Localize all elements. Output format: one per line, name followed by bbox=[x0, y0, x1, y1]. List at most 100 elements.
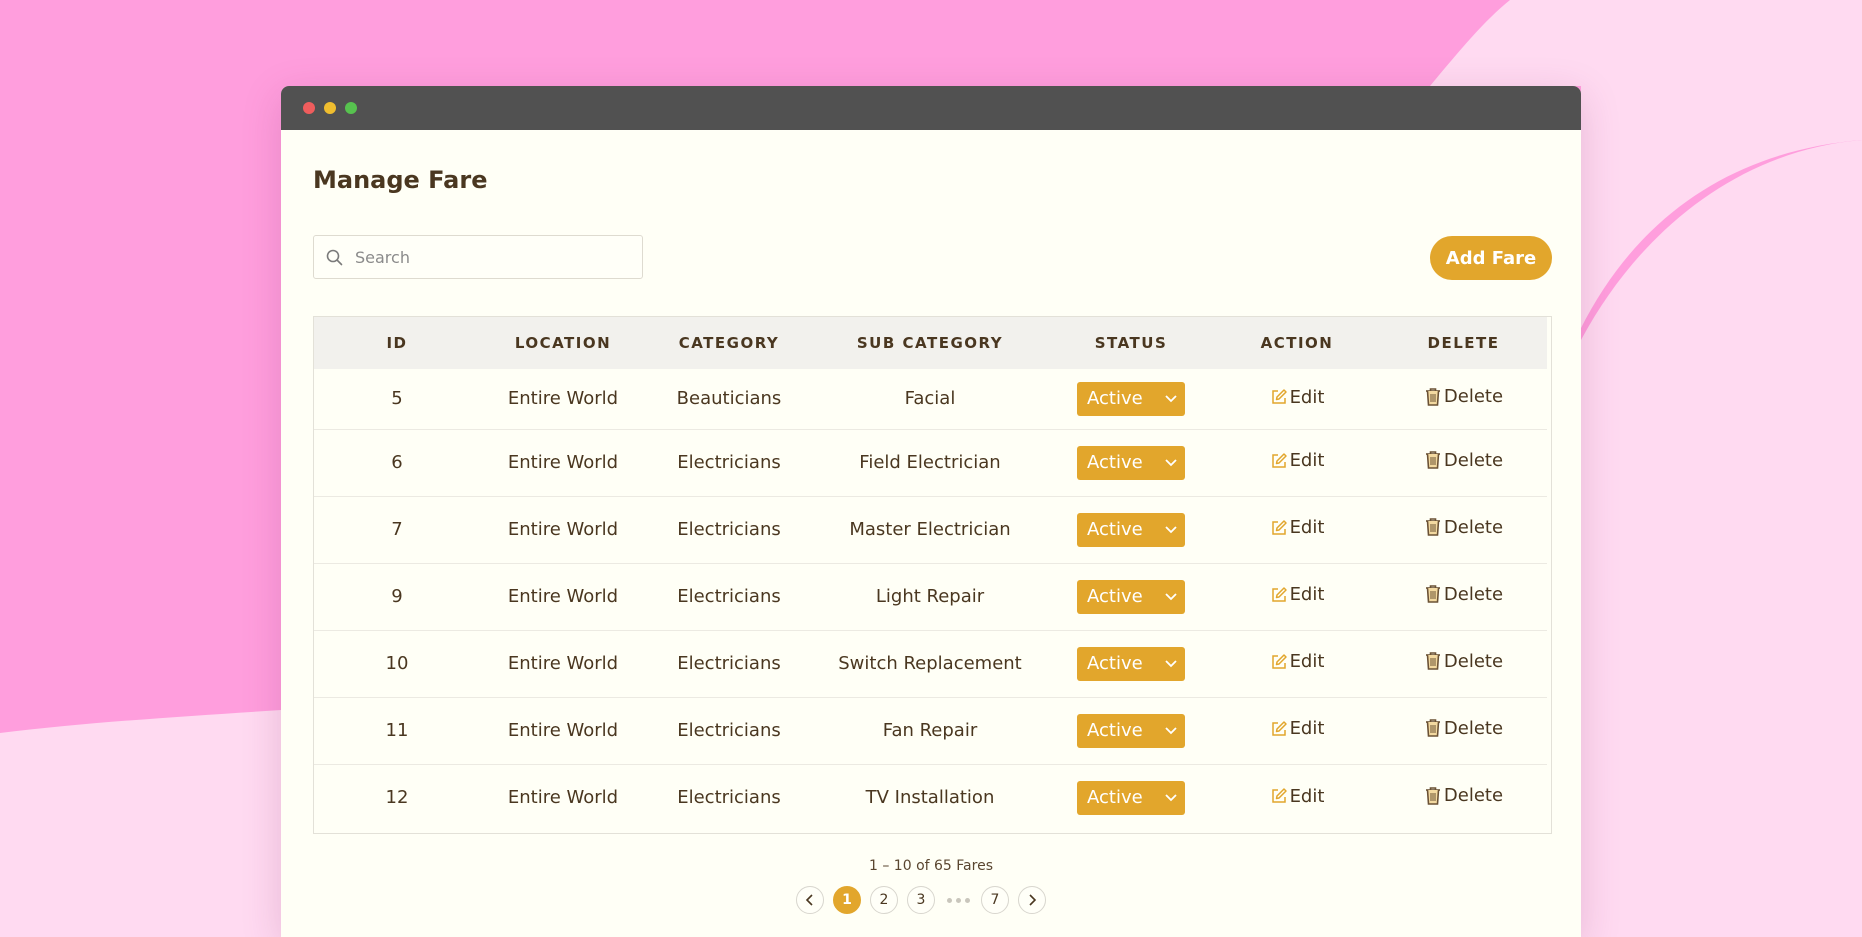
edit-icon bbox=[1271, 587, 1287, 602]
cell-delete: Delete bbox=[1380, 369, 1547, 429]
next-page-button[interactable] bbox=[1018, 886, 1046, 914]
edit-label: Edit bbox=[1289, 517, 1325, 539]
delete-button[interactable]: Delete bbox=[1424, 785, 1503, 806]
status-value: Active bbox=[1087, 586, 1143, 607]
edit-label: Edit bbox=[1289, 584, 1325, 606]
delete-button[interactable]: Delete bbox=[1424, 651, 1503, 672]
edit-label: Edit bbox=[1289, 718, 1325, 740]
cell-id: 9 bbox=[391, 586, 403, 607]
edit-button[interactable]: Edit bbox=[1270, 450, 1324, 471]
chevron-left-icon bbox=[805, 894, 813, 906]
edit-label: Edit bbox=[1289, 785, 1325, 807]
trash-icon bbox=[1425, 786, 1440, 805]
pagination: 1 2 3 7 bbox=[796, 886, 1046, 914]
cell-id: 11 bbox=[385, 720, 409, 741]
window-titlebar bbox=[281, 86, 1581, 130]
edit-button[interactable]: Edit bbox=[1270, 718, 1325, 740]
previous-page-button[interactable] bbox=[796, 886, 824, 914]
close-window-dot[interactable] bbox=[303, 102, 315, 114]
trash-icon bbox=[1425, 585, 1440, 604]
status-value: Active bbox=[1087, 653, 1143, 674]
trash-icon bbox=[1425, 652, 1440, 671]
trash-icon bbox=[1425, 451, 1440, 470]
cell-category: Electricians bbox=[677, 452, 781, 473]
status-dropdown[interactable]: Active bbox=[1077, 646, 1185, 681]
search-icon bbox=[326, 249, 343, 265]
delete-label: Delete bbox=[1443, 449, 1504, 471]
column-header-location[interactable]: LOCATION bbox=[480, 317, 646, 369]
status-dropdown[interactable]: Active bbox=[1077, 713, 1185, 748]
delete-button[interactable]: Delete bbox=[1424, 584, 1503, 605]
page-button-2[interactable]: 2 bbox=[870, 886, 898, 914]
cell-delete: Delete bbox=[1380, 563, 1547, 630]
delete-button[interactable]: Delete bbox=[1424, 718, 1503, 739]
trash-icon bbox=[1425, 518, 1440, 537]
status-dropdown[interactable]: Active bbox=[1077, 780, 1185, 815]
chevron-down-icon bbox=[1165, 458, 1177, 467]
fare-table-container: ID LOCATION CATEGORY SUB CATEGORY STATUS… bbox=[313, 316, 1552, 834]
chevron-down-icon bbox=[1165, 525, 1177, 534]
column-header-id[interactable]: ID bbox=[314, 317, 480, 369]
page-title: Manage Fare bbox=[313, 166, 488, 194]
page-button-7[interactable]: 7 bbox=[981, 886, 1009, 914]
edit-button[interactable]: Edit bbox=[1270, 584, 1325, 606]
column-header-sub-category[interactable]: SUB CATEGORY bbox=[812, 317, 1048, 369]
cell-status: Active bbox=[1048, 630, 1214, 697]
pagination-ellipsis bbox=[944, 897, 972, 903]
cell-location: Entire World bbox=[507, 452, 619, 473]
cell-id: 10 bbox=[385, 653, 409, 674]
status-dropdown[interactable]: Active bbox=[1077, 512, 1185, 547]
cell-sub-category: Switch Replacement bbox=[838, 653, 1022, 674]
delete-label: Delete bbox=[1443, 650, 1504, 672]
status-value: Active bbox=[1087, 787, 1143, 809]
table-header-row: ID LOCATION CATEGORY SUB CATEGORY STATUS… bbox=[314, 317, 1547, 369]
edit-button[interactable]: Edit bbox=[1270, 517, 1325, 539]
search-box[interactable] bbox=[313, 235, 643, 279]
cell-delete: Delete bbox=[1380, 630, 1547, 697]
edit-button[interactable]: Edit bbox=[1270, 651, 1324, 672]
column-header-delete: DELETE bbox=[1427, 334, 1500, 352]
cell-id: 12 bbox=[385, 787, 409, 809]
edit-icon bbox=[1271, 453, 1287, 468]
cell-sub-category: TV Installation bbox=[865, 787, 995, 809]
page-button-3[interactable]: 3 bbox=[907, 886, 935, 914]
search-input[interactable] bbox=[353, 246, 617, 268]
cell-sub-category: Field Electrician bbox=[859, 452, 1001, 473]
chevron-down-icon bbox=[1165, 794, 1177, 802]
edit-icon bbox=[1271, 520, 1287, 535]
pagination-info: 1 – 10 of 65 Fares bbox=[869, 858, 993, 874]
status-value: Active bbox=[1087, 519, 1143, 540]
cell-sub-category: Facial bbox=[904, 388, 956, 410]
delete-label: Delete bbox=[1443, 583, 1504, 605]
column-header-status[interactable]: STATUS bbox=[1048, 317, 1214, 369]
cell-category: Electricians bbox=[677, 519, 781, 540]
delete-button[interactable]: Delete bbox=[1424, 517, 1503, 538]
status-dropdown[interactable]: Active bbox=[1077, 381, 1185, 416]
cell-category: Electricians bbox=[677, 720, 781, 741]
cell-sub-category: Light Repair bbox=[875, 586, 985, 607]
cell-location: Entire World bbox=[507, 519, 619, 540]
delete-button[interactable]: Delete bbox=[1424, 450, 1503, 471]
edit-button[interactable]: Edit bbox=[1270, 785, 1325, 807]
column-header-category[interactable]: CATEGORY bbox=[646, 317, 812, 369]
minimize-window-dot[interactable] bbox=[324, 102, 336, 114]
cell-delete: Delete bbox=[1380, 764, 1547, 831]
maximize-window-dot[interactable] bbox=[345, 102, 357, 114]
page-button-1[interactable]: 1 bbox=[833, 886, 861, 914]
cell-status: Active bbox=[1048, 563, 1214, 630]
cell-action: Edit bbox=[1214, 563, 1380, 630]
trash-icon bbox=[1425, 387, 1440, 406]
cell-id: 6 bbox=[391, 452, 403, 473]
app-window: Manage Fare Add Fare ID LOCATION CATEGOR… bbox=[281, 86, 1581, 937]
delete-button[interactable]: Delete bbox=[1424, 386, 1503, 407]
status-dropdown[interactable]: Active bbox=[1077, 579, 1185, 614]
cell-category: Beauticians bbox=[676, 388, 782, 410]
cell-location: Entire World bbox=[507, 720, 619, 741]
cell-delete: Delete bbox=[1380, 429, 1547, 496]
add-fare-button[interactable]: Add Fare bbox=[1430, 236, 1552, 280]
status-dropdown[interactable]: Active bbox=[1077, 445, 1185, 480]
chevron-down-icon bbox=[1165, 726, 1177, 735]
cell-location: Entire World bbox=[507, 653, 619, 674]
cell-category: Electricians bbox=[677, 653, 781, 674]
edit-button[interactable]: Edit bbox=[1270, 387, 1324, 408]
